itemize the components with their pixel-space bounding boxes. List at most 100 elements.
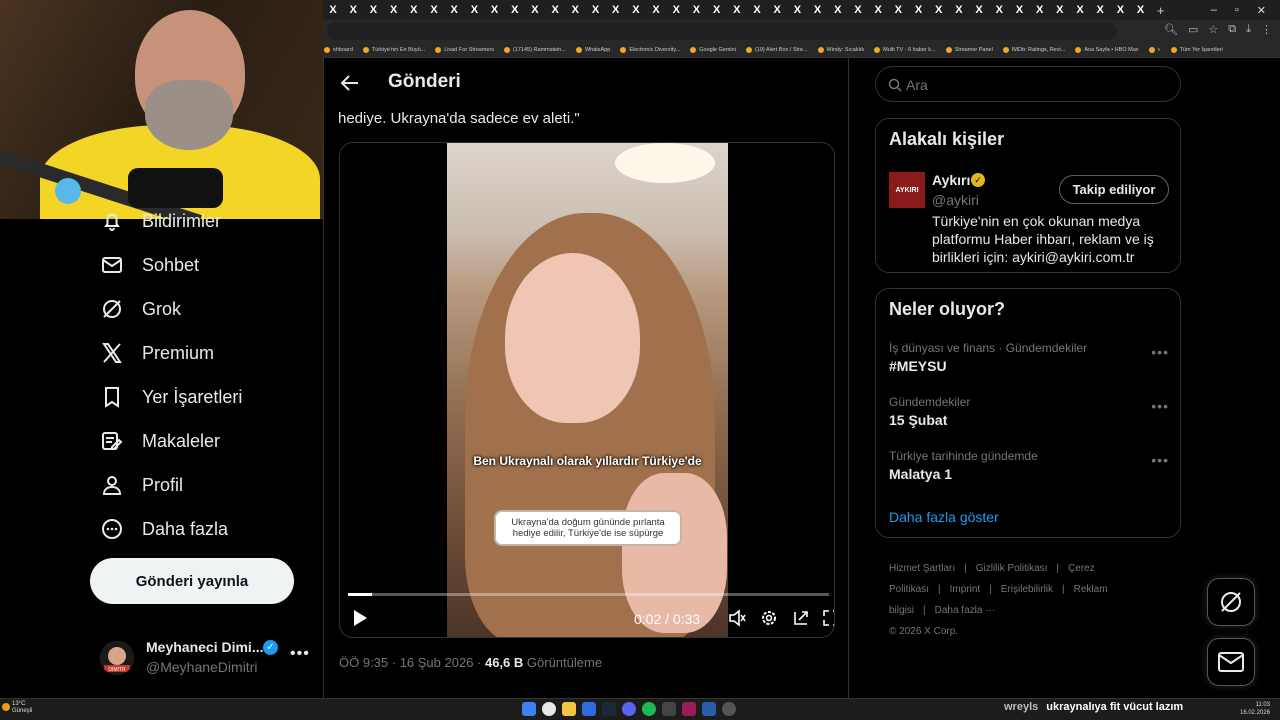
- volume-icon[interactable]: [728, 609, 746, 627]
- bookmark-item[interactable]: Ana Sayfa • HBO Max: [1075, 46, 1139, 53]
- browser-tab[interactable]: X: [828, 4, 848, 16]
- search-input[interactable]: Ara: [875, 66, 1181, 102]
- footer-link[interactable]: Hizmet Şartları: [889, 563, 955, 574]
- nav-item-bildirimler[interactable]: Bildirimler: [100, 209, 221, 233]
- app-icon[interactable]: [682, 702, 696, 716]
- new-tab-button[interactable]: +: [1151, 3, 1171, 18]
- browser-tab[interactable]: X: [1030, 4, 1050, 16]
- browser-tab[interactable]: X: [1009, 4, 1029, 16]
- browser-tab[interactable]: X: [1131, 4, 1151, 16]
- browser-tab[interactable]: X: [444, 4, 464, 16]
- steam-icon[interactable]: [602, 702, 616, 716]
- browser-tab[interactable]: X: [1110, 4, 1130, 16]
- browser-tab[interactable]: X: [646, 4, 666, 16]
- browser-tab[interactable]: X: [585, 4, 605, 16]
- browser-tab[interactable]: X: [505, 4, 525, 16]
- browser-tab[interactable]: X: [525, 4, 545, 16]
- bookmark-item[interactable]: Streamer Panel: [945, 46, 993, 53]
- browser-tab[interactable]: X: [565, 4, 585, 16]
- download-icon[interactable]: ⤓: [1246, 23, 1251, 36]
- browser-tab[interactable]: X: [848, 4, 868, 16]
- bookmark-item[interactable]: shboard: [324, 46, 353, 53]
- browser-tab[interactable]: X: [808, 4, 828, 16]
- browser-tab[interactable]: X: [323, 4, 343, 16]
- minimize-icon[interactable]: –: [1211, 4, 1217, 17]
- nav-item-grok[interactable]: Grok: [100, 297, 181, 321]
- browser-tab[interactable]: X: [606, 4, 626, 16]
- browser-tab[interactable]: X: [1090, 4, 1110, 16]
- browser-tab[interactable]: X: [747, 4, 767, 16]
- nav-item-daha-fazla[interactable]: Daha fazla: [100, 517, 228, 541]
- aykiri-logo[interactable]: AYKIRI: [889, 172, 925, 208]
- start-icon[interactable]: [522, 702, 536, 716]
- browser-tab[interactable]: X: [384, 4, 404, 16]
- browser-tab[interactable]: X: [343, 4, 363, 16]
- bookmark-item[interactable]: Türkiye'nin En Büyü...: [362, 46, 425, 53]
- browser-tab[interactable]: X: [404, 4, 424, 16]
- zoom-icon[interactable]: 🔍︎: [1164, 23, 1178, 36]
- bookmark-item[interactable]: »: [1148, 46, 1161, 53]
- system-clock[interactable]: 11:03 16.02.2026: [1240, 701, 1270, 717]
- menu-icon[interactable]: ⋮: [1261, 23, 1272, 36]
- browser-tab[interactable]: X: [888, 4, 908, 16]
- star-icon[interactable]: ☆: [1208, 23, 1218, 36]
- browser-tab[interactable]: X: [989, 4, 1009, 16]
- browser-tab[interactable]: X: [686, 4, 706, 16]
- browser-tab[interactable]: X: [969, 4, 989, 16]
- bookmark-item[interactable]: Multi TV - 6 haber k...: [874, 46, 936, 53]
- trend-item[interactable]: Gündemdekiler 15 Şubat •••: [889, 395, 1169, 428]
- browser-tab[interactable]: X: [464, 4, 484, 16]
- address-bar[interactable]: [327, 22, 1117, 40]
- trend-more-icon[interactable]: •••: [1151, 398, 1169, 414]
- app-icon[interactable]: [722, 702, 736, 716]
- footer-link[interactable]: Imprint: [950, 584, 981, 595]
- following-button[interactable]: Takip ediliyor: [1059, 175, 1169, 204]
- trend-more-icon[interactable]: •••: [1151, 452, 1169, 468]
- browser-tab[interactable]: X: [363, 4, 383, 16]
- nav-item-sohbet[interactable]: Sohbet: [100, 253, 199, 277]
- extensions-icon[interactable]: ⧉: [1228, 23, 1236, 36]
- trend-more-icon[interactable]: •••: [1151, 344, 1169, 360]
- cast-icon[interactable]: ▭: [1188, 23, 1198, 36]
- bookmark-item[interactable]: WhatsApp: [575, 46, 610, 53]
- video-player[interactable]: Ben Ukraynalı olarak yıllardır Türkiye'd…: [339, 142, 835, 638]
- post-button[interactable]: Gönderi yayınla: [90, 558, 294, 604]
- bookmark-item[interactable]: Tüm Yer İşaretleri: [1170, 46, 1223, 53]
- maximize-icon[interactable]: ▫: [1235, 4, 1239, 17]
- footer-link[interactable]: Daha fazla ···: [935, 605, 996, 616]
- browser-tab[interactable]: X: [929, 4, 949, 16]
- browser-tab[interactable]: X: [666, 4, 686, 16]
- bookmark-item[interactable]: Google Gemini: [690, 46, 736, 53]
- bookmark-item[interactable]: IMDb: Ratings, Revi...: [1002, 46, 1065, 53]
- footer-link[interactable]: Erişilebilirlik: [1001, 584, 1053, 595]
- popout-icon[interactable]: [792, 609, 810, 627]
- show-more-link[interactable]: Daha fazla göster: [889, 509, 999, 525]
- bookmark-item[interactable]: Windy: Sıcaklık: [817, 46, 864, 53]
- account-switcher[interactable]: DIMITR Meyhaneci Dimi... ✓ @MeyhaneDimit…: [100, 637, 310, 677]
- video-progress-bar[interactable]: [348, 593, 829, 596]
- back-arrow-icon[interactable]: [340, 73, 360, 99]
- browser-tab[interactable]: X: [787, 4, 807, 16]
- app-icon[interactable]: [662, 702, 676, 716]
- bookmark-item[interactable]: Livad For Streamers: [435, 46, 494, 53]
- bookmark-item[interactable]: (17145) Rammstein...: [504, 46, 566, 53]
- browser-tab[interactable]: X: [485, 4, 505, 16]
- settings-gear-icon[interactable]: [760, 609, 778, 627]
- browser-tab[interactable]: X: [707, 4, 727, 16]
- related-user-name[interactable]: Aykırı: [932, 172, 970, 188]
- browser-tab[interactable]: X: [1050, 4, 1070, 16]
- more-options-icon[interactable]: •••: [290, 645, 310, 663]
- trend-item[interactable]: Türkiye tarihinde gündemde Malatya 1 •••: [889, 449, 1169, 482]
- nav-item-profil[interactable]: Profil: [100, 473, 183, 497]
- browser-tab[interactable]: X: [545, 4, 565, 16]
- weather-widget[interactable]: 13°C Güneşli: [2, 701, 32, 715]
- footer-link[interactable]: Gizlilik Politikası: [976, 563, 1048, 574]
- browser-tab[interactable]: X: [949, 4, 969, 16]
- nav-item-yer-i̇şaretleri[interactable]: Yer İşaretleri: [100, 385, 242, 409]
- trend-item[interactable]: İş dünyası ve finans · Gündemdekiler #MEY…: [889, 341, 1169, 374]
- messages-fab-button[interactable]: [1207, 638, 1255, 686]
- nav-item-makaleler[interactable]: Makaleler: [100, 429, 220, 453]
- bookmark-item[interactable]: Electronic Diversity...: [620, 46, 680, 53]
- app-icon[interactable]: [582, 702, 596, 716]
- app-icon[interactable]: [702, 702, 716, 716]
